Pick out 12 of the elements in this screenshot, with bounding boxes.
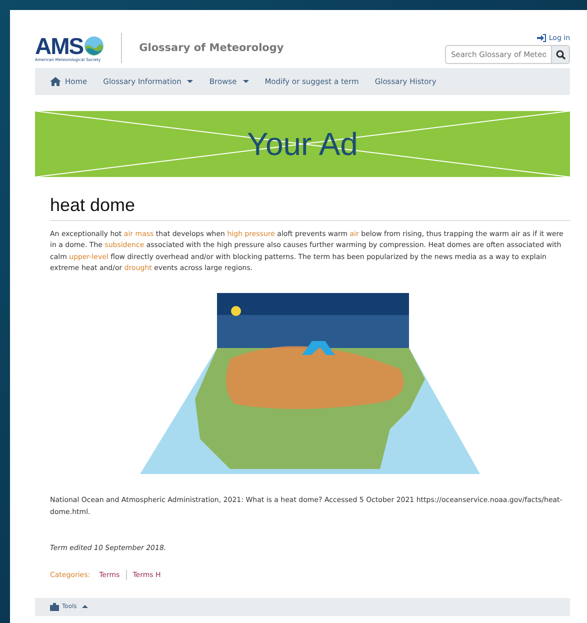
search-icon: [556, 50, 566, 60]
caret-icon: [82, 605, 88, 608]
toolbox-icon: [50, 602, 59, 611]
globe-icon: [84, 36, 104, 56]
caret-icon: [242, 80, 249, 83]
search-button[interactable]: [551, 45, 570, 64]
login-icon: [536, 34, 546, 42]
site-title: Glossary of Meteorology: [139, 41, 284, 54]
home-icon: [50, 77, 61, 86]
logo-text[interactable]: AMS: [35, 34, 84, 56]
term-title: heat dome: [50, 195, 570, 221]
caret-icon: [187, 80, 194, 83]
